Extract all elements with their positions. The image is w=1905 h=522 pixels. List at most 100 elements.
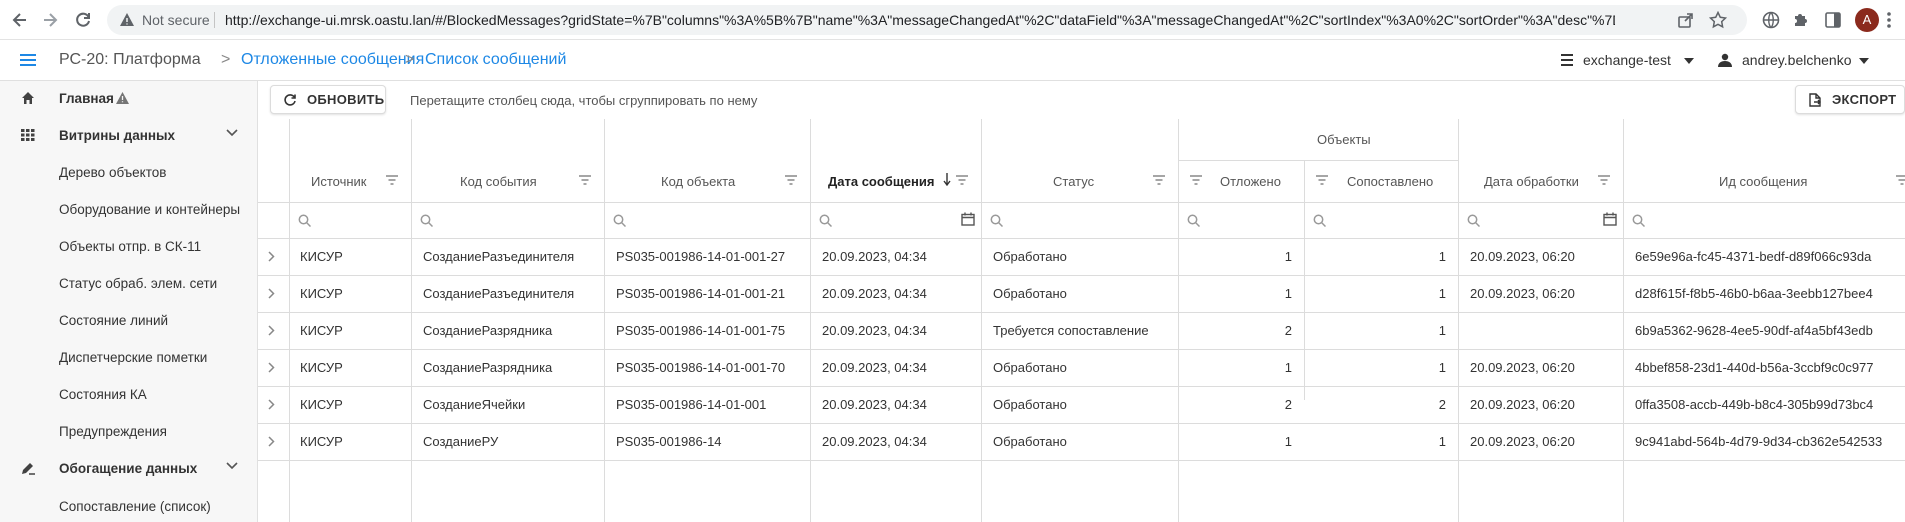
search-icon[interactable] [613,214,626,227]
filter-icon[interactable] [1316,175,1328,185]
cell-processing-date: 20.09.2023, 06:20 [1470,360,1575,375]
breadcrumb-message-list[interactable]: Список сообщений [425,51,566,69]
chevron-right-icon[interactable] [268,288,275,299]
search-icon[interactable] [819,214,832,227]
sidebar-item-dispatch-marks[interactable]: Диспетчерские пометки [0,340,257,377]
sort-descending-icon[interactable] [943,173,951,186]
filter-icon[interactable] [1896,175,1905,185]
profile-avatar[interactable]: A [1855,8,1879,32]
sidebar-item-warnings[interactable]: Предупреждения [0,414,257,451]
reload-icon[interactable] [73,10,93,30]
browser-menu-icon[interactable] [1886,10,1892,30]
column-header-event-code[interactable]: Код события [460,174,537,189]
chevron-right-icon[interactable] [268,436,275,447]
security-label[interactable]: Not secure [142,12,210,28]
column-header-source[interactable]: Источник [311,174,367,189]
table-row[interactable]: КИСУР СозданиеРазъединителя PS035-001986… [258,276,1905,313]
filter-icon[interactable] [785,175,797,185]
calendar-icon[interactable] [961,212,975,226]
chevron-right-icon[interactable] [268,362,275,373]
column-header-message-date[interactable]: Дата сообщения [828,174,934,189]
sidebar-section-data-showcases[interactable]: Витрины данных [0,118,257,155]
grid-divider [258,202,1905,203]
column-header-status[interactable]: Статус [1053,174,1094,189]
url-text[interactable]: http://exchange-ui.mrsk.oastu.lan/#/Bloc… [225,12,1615,28]
globe-icon[interactable] [1761,10,1781,30]
filter-icon[interactable] [1190,175,1202,185]
cell-message-id: 9c941abd-564b-4d79-9d34-cb362e542533 [1635,434,1883,449]
column-header-message-id[interactable]: Ид сообщения [1719,174,1807,189]
cell-status: Обработано [993,249,1067,264]
cell-status: Требуется сопоставление [993,323,1149,338]
extensions-puzzle-icon[interactable] [1791,10,1811,30]
cell-object-code: PS035-001986-14-01-001-70 [616,360,786,375]
cell-message-date: 20.09.2023, 04:34 [822,434,927,449]
sidebar-section-data-enrichment[interactable]: Обогащение данных [0,451,257,488]
search-icon[interactable] [1187,214,1200,227]
sidebar-item-home[interactable]: Главная [0,81,257,118]
search-icon[interactable] [420,214,433,227]
search-icon[interactable] [1467,214,1480,227]
cell-matched: 1 [1438,286,1446,301]
chevron-right-icon[interactable] [268,399,275,410]
table-row[interactable]: КИСУР СозданиеРазъединителя PS035-001986… [258,239,1905,276]
sidebar-item-matching-list[interactable]: Сопоставление (список) [0,488,257,522]
table-row[interactable]: КИСУР СозданиеРазрядника PS035-001986-14… [258,350,1905,387]
column-band-objects: Объекты [1317,132,1371,147]
cell-message-id: 4bbef858-23d1-440d-b56a-3ccbf9c0c977 [1635,360,1874,375]
cell-source: КИСУР [300,397,343,412]
filter-icon[interactable] [1153,175,1165,185]
column-header-deferred[interactable]: Отложено [1220,174,1281,189]
column-header-matched[interactable]: Сопоставлено [1347,174,1433,189]
sidebar-item-label: Предупреждения [59,424,167,439]
cell-event-code: СозданиеРазрядника [423,360,553,375]
sidebar-item-network-status[interactable]: Статус обраб. элем. сети [0,266,257,303]
calendar-icon[interactable] [1603,212,1617,226]
sidebar-item-ka-states[interactable]: Состояния КА [0,377,257,414]
breadcrumb-deferred-messages[interactable]: Отложенные сообщения [241,51,424,69]
table-row[interactable]: КИСУР СозданиеЯчейки PS035-001986-14-01-… [258,387,1905,424]
search-icon[interactable] [1313,214,1326,227]
filter-icon[interactable] [1598,175,1610,185]
cell-event-code: СозданиеРУ [423,434,499,449]
filter-icon[interactable] [386,175,398,185]
refresh-icon [283,93,297,107]
cell-message-id: 6e59e96a-fc45-4371-bedf-d89f066c93da [1635,249,1872,264]
export-button[interactable]: ЭКСПОРТ [1795,85,1905,114]
chevron-down-icon[interactable] [226,129,238,137]
chevron-right-icon[interactable] [268,251,275,262]
share-icon[interactable] [1677,11,1695,29]
back-arrow-icon[interactable] [10,10,30,30]
sidebar-item-label: Диспетчерские пометки [59,350,208,365]
address-bar[interactable]: Not secure http://exchange-ui.mrsk.oastu… [107,5,1747,35]
side-panel-icon[interactable] [1823,10,1843,30]
search-icon[interactable] [990,214,1003,227]
chevron-down-icon[interactable] [226,462,238,470]
cell-deferred: 1 [1284,286,1292,301]
sidebar-item-label: Оборудование и контейнеры [59,202,241,217]
forward-arrow-icon[interactable] [40,10,60,30]
cell-object-code: PS035-001986-14-01-001-75 [616,323,786,338]
chevron-right-icon[interactable] [268,325,275,336]
table-row[interactable]: КИСУР СозданиеРазрядника PS035-001986-14… [258,313,1905,350]
refresh-button[interactable]: ОБНОВИТЬ [270,85,386,114]
sidebar-item-equipment[interactable]: Оборудование и контейнеры [0,192,257,229]
table-row[interactable]: КИСУР СозданиеРУ PS035-001986-14 20.09.2… [258,424,1905,461]
search-icon[interactable] [1632,214,1645,227]
sidebar-item-object-tree[interactable]: Дерево объектов [0,155,257,192]
filter-icon[interactable] [579,175,591,185]
column-header-object-code[interactable]: Код объекта [661,174,735,189]
group-panel-hint[interactable]: Перетащите столбец сюда, чтобы сгруппиро… [410,93,757,108]
cell-status: Обработано [993,360,1067,375]
bookmark-star-icon[interactable] [1709,11,1727,29]
filter-icon[interactable] [956,175,968,185]
hamburger-menu-icon[interactable] [19,52,37,68]
cell-processing-date: 20.09.2023, 06:20 [1470,249,1575,264]
environment-label: exchange-test [1583,52,1671,68]
sidebar-item-line-state[interactable]: Состояние линий [0,303,257,340]
export-file-icon [1808,93,1822,107]
search-icon[interactable] [298,214,311,227]
app-title[interactable]: РС-20: Платформа [59,51,201,69]
sidebar-item-objects-sk11[interactable]: Объекты отпр. в СК-11 [0,229,257,266]
column-header-processing-date[interactable]: Дата обработки [1484,174,1579,189]
